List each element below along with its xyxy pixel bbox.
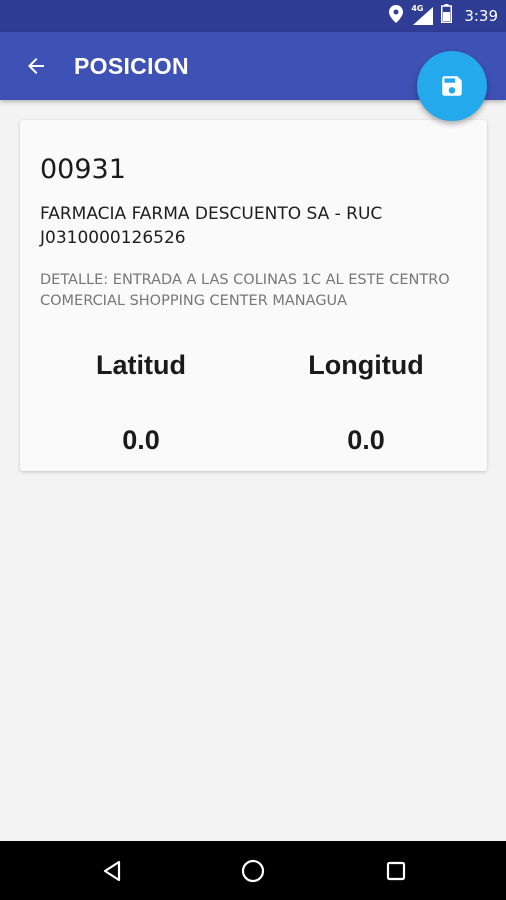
back-triangle-icon [103, 860, 121, 881]
signal-icon: 4G [411, 4, 434, 25]
status-time: 3:39 [464, 7, 498, 25]
arrow-left-icon [28, 58, 44, 74]
navigation-bar [0, 841, 506, 900]
latitude-label: Latitud [96, 350, 186, 380]
location-icon [389, 4, 404, 28]
save-button[interactable] [417, 51, 487, 121]
home-circle-icon [241, 859, 265, 882]
position-card: 00931 FARMACIA FARMA DESCUENTO SA - RUC … [20, 120, 487, 471]
back-button[interactable] [18, 48, 54, 84]
page-title: POSICION [74, 53, 189, 79]
nav-recents-button[interactable] [366, 841, 426, 900]
longitude-label: Longitud [308, 350, 424, 380]
longitude-value: 0.0 [347, 425, 385, 455]
save-icon [442, 76, 462, 96]
recents-square-icon [386, 861, 406, 880]
network-type-label: 4G [411, 4, 424, 13]
status-icons: 4G 3:39 [389, 0, 498, 32]
client-code: 00931 [40, 154, 126, 185]
latitude-value: 0.0 [122, 425, 160, 455]
client-name: FARMACIA FARMA DESCUENTO SA - RUC J03100… [40, 204, 383, 248]
status-bar: 4G 3:39 [0, 0, 506, 32]
client-detail: DETALLE: ENTRADA A LAS COLINAS 1C AL EST… [40, 272, 450, 309]
nav-back-button[interactable] [82, 841, 142, 900]
battery-icon [441, 4, 453, 28]
nav-home-button[interactable] [223, 841, 283, 900]
